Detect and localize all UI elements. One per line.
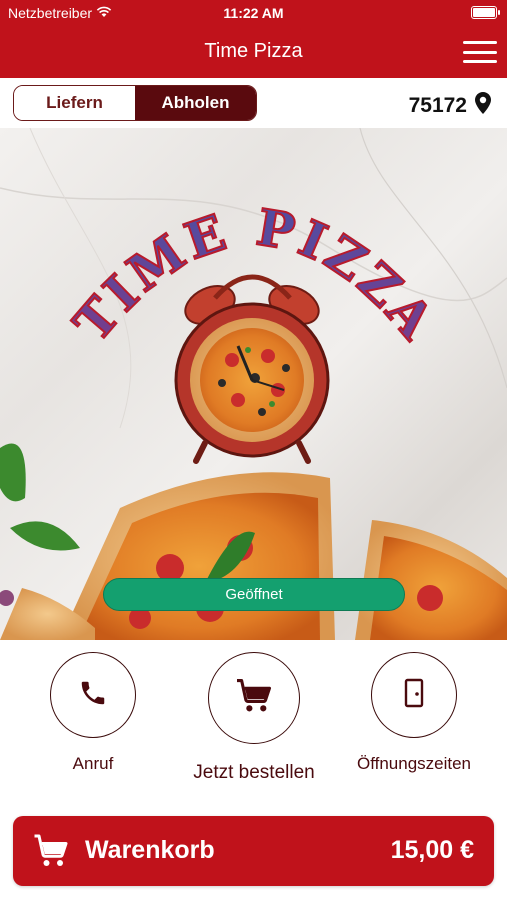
status-bar: Netzbetreiber 11:22 AM <box>0 0 507 26</box>
open-status-badge: Geöffnet <box>103 578 405 611</box>
status-time: 11:22 AM <box>223 5 284 21</box>
phone-icon <box>78 678 108 713</box>
order-now-label: Jetzt bestellen <box>193 762 315 783</box>
shopping-cart-icon <box>33 834 69 873</box>
location-selector[interactable]: 75172 <box>409 92 491 120</box>
cart-button[interactable]: Warenkorb 15,00 € <box>13 816 494 886</box>
cart-total: 15,00 € <box>390 836 474 864</box>
quick-actions: Anruf Jetzt bestellen Öffnungszeiten <box>0 640 507 800</box>
shopping-cart-icon <box>235 678 273 718</box>
battery-icon <box>471 6 500 19</box>
tab-pickup[interactable]: Abholen <box>135 86 256 120</box>
door-icon <box>403 678 425 713</box>
menu-icon[interactable] <box>463 38 497 66</box>
location-pin-icon <box>475 92 491 120</box>
page-title: Time Pizza <box>204 40 303 62</box>
order-now-button[interactable]: Jetzt bestellen <box>174 652 334 784</box>
call-button[interactable]: Anruf <box>13 652 173 774</box>
opening-hours-label: Öffnungszeiten <box>356 754 472 773</box>
cart-label: Warenkorb <box>85 836 215 864</box>
order-mode-bar: Liefern Abholen 75172 <box>0 78 507 128</box>
order-circle <box>208 652 300 744</box>
hero-background-art: TIME PIZZA <box>0 128 507 640</box>
tab-delivery[interactable]: Liefern <box>14 86 135 120</box>
opening-hours-button[interactable]: Öffnungszeiten <box>334 652 494 774</box>
call-circle <box>50 652 136 738</box>
hero-banner: TIME PIZZA Geöffnet <box>0 128 507 640</box>
postal-code: 75172 <box>408 94 467 117</box>
app-header: Time Pizza <box>0 26 507 78</box>
hours-circle <box>371 652 457 738</box>
call-label: Anruf <box>72 754 114 773</box>
order-mode-toggle: Liefern Abholen <box>13 85 257 121</box>
